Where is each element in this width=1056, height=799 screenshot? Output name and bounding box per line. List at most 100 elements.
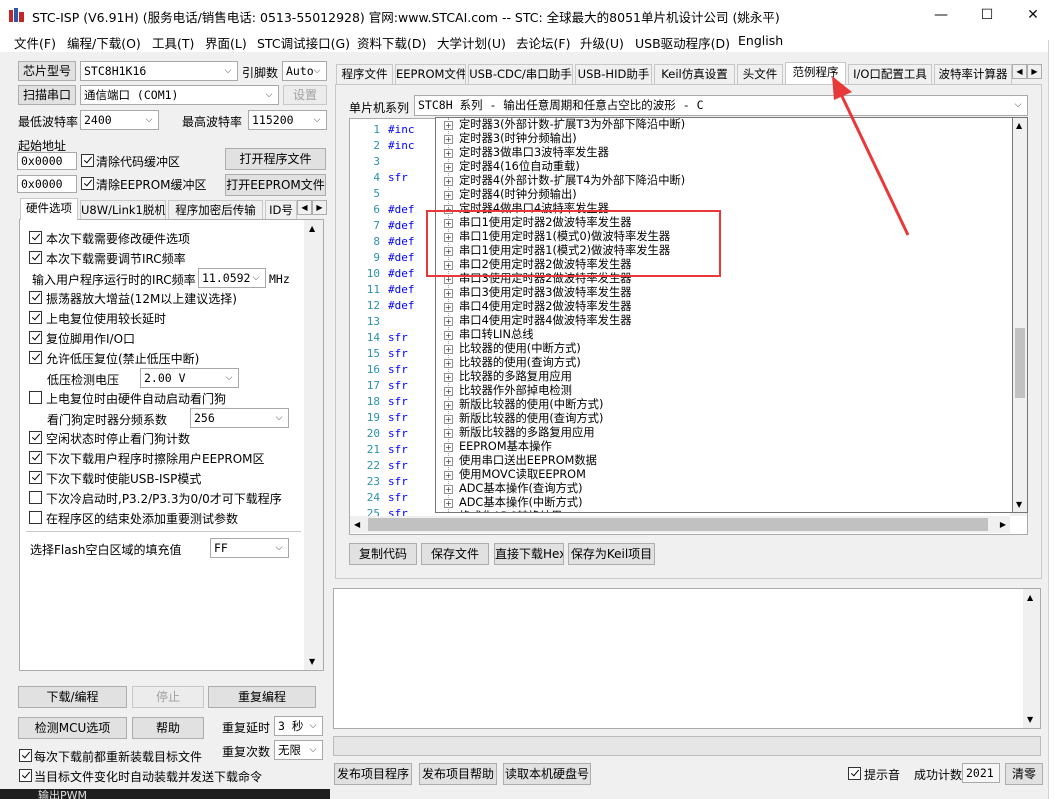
tree-item[interactable]: ADC基本操作(查询方式) — [459, 482, 583, 496]
example-tree-list[interactable]: + 定时器3(外部计数-扩展T3为外部下降沿中断) + 定时器3(时钟分频输出) + 定时… — [435, 117, 1013, 513]
tree-expand-icon[interactable]: + — [444, 317, 453, 326]
menu-program[interactable]: 编程/下载(O) — [67, 33, 141, 52]
menu-tools[interactable]: 工具(T) — [152, 33, 194, 52]
tree-item[interactable]: 串口3使用定时器3做波特率发生器 — [459, 286, 632, 300]
option-modify-hardware-checkbox[interactable] — [29, 231, 42, 244]
stop-button[interactable]: 停止 — [132, 686, 204, 708]
tree-item[interactable]: ADC基本操作(中断方式) — [459, 496, 583, 510]
tree-item[interactable]: 定时器3做串口3波特率发生器 — [459, 146, 609, 160]
chip-type-button[interactable]: 芯片型号 — [18, 61, 76, 81]
option-adjust-irc-checkbox[interactable] — [29, 251, 42, 264]
tree-item[interactable]: 定时器4(时钟分频输出) — [459, 188, 577, 202]
settings-button[interactable]: 设置 — [283, 85, 327, 105]
chip-type-select[interactable]: STC8H1K16 ⌵ — [80, 61, 238, 81]
min-baud-select[interactable]: 2400 ⌵ — [80, 110, 159, 130]
port-select[interactable]: 通信端口 (COM1) ⌵ — [80, 85, 279, 105]
tree-item[interactable]: 定时器3(时钟分频输出) — [459, 132, 577, 146]
option-auto-watchdog-checkbox[interactable] — [29, 391, 42, 404]
repeat-count-select[interactable]: 无限 ⌵ — [274, 740, 323, 760]
read-disk-id-button[interactable]: 读取本机硬盘号 — [503, 763, 591, 785]
tab-u8w-offline[interactable]: U8W/Link1脱机 — [80, 200, 166, 220]
tab-keil-settings[interactable]: Keil仿真设置 — [654, 64, 735, 84]
publish-program-button[interactable]: 发布项目程序 — [334, 763, 412, 785]
tab-scroll-right-icon[interactable]: ▶ — [312, 200, 327, 215]
open-eeprom-file-button[interactable]: 打开EEPROM文件 — [225, 174, 326, 196]
option-erase-eeprom-checkbox[interactable] — [29, 451, 42, 464]
maximize-button[interactable]: ☐ — [964, 0, 1010, 30]
code-address-input[interactable]: 0x0000 — [17, 152, 77, 170]
auto-reload-checkbox[interactable] — [19, 769, 32, 782]
tree-item[interactable]: 新版比较器的多路复用应用 — [459, 426, 595, 440]
clear-code-buffer-checkbox[interactable] — [81, 154, 94, 167]
check-mcu-options-button[interactable]: 检测MCU选项 — [18, 717, 127, 739]
tree-item[interactable]: 定时器4(外部计数-扩展T4为外部下降沿中断) — [459, 174, 685, 188]
tree-expand-icon[interactable]: + — [444, 191, 453, 200]
eeprom-address-input[interactable]: 0x0000 — [17, 175, 77, 193]
output-log[interactable]: ▲ ▼ — [333, 588, 1041, 729]
mcu-series-select[interactable]: STC8H 系列 - 输出任意周期和任意占空比的波形 - C ⌵ — [414, 95, 1028, 116]
tab-eeprom-file[interactable]: EEPROM文件 — [395, 64, 466, 84]
watchdog-divider-select[interactable]: 256 ⌵ — [190, 408, 289, 428]
editor-hscroll[interactable]: ◀ ▶ — [350, 516, 1010, 533]
tab-header-file[interactable]: 头文件 — [737, 64, 783, 84]
tree-scroll-thumb[interactable] — [1015, 328, 1025, 398]
download-hex-button[interactable]: 直接下载Hex — [494, 543, 564, 565]
tab-scroll-left-icon[interactable]: ◀ — [297, 200, 312, 215]
tree-expand-icon[interactable]: + — [444, 303, 453, 312]
minimize-button[interactable]: — — [918, 0, 964, 30]
tree-expand-icon[interactable]: + — [444, 121, 453, 130]
menu-university[interactable]: 大学计划(U) — [437, 33, 506, 52]
scroll-down-icon[interactable]: ▼ — [1016, 500, 1022, 509]
tab-program-file[interactable]: 程序文件 — [336, 64, 393, 84]
repeat-delay-select[interactable]: 3 秒 ⌵ — [274, 716, 323, 736]
tab-hardware-options[interactable]: 硬件选项 — [20, 198, 78, 220]
tree-expand-icon[interactable]: + — [444, 415, 453, 424]
menu-debug[interactable]: STC调试接口(G) — [257, 33, 350, 52]
tab-scroll-left-icon[interactable]: ◀ — [1012, 64, 1027, 79]
output-scrollbar[interactable]: ▲ ▼ — [1023, 589, 1040, 728]
tree-expand-icon[interactable]: + — [444, 135, 453, 144]
tree-expand-icon[interactable]: + — [444, 387, 453, 396]
tree-expand-icon[interactable]: + — [444, 485, 453, 494]
pin-count-select[interactable]: Auto ⌵ — [282, 61, 327, 81]
open-program-file-button[interactable]: 打开程序文件 — [225, 148, 326, 170]
menu-usb-driver[interactable]: USB驱动程序(D) — [635, 33, 730, 52]
save-file-button[interactable]: 保存文件 — [421, 543, 489, 565]
max-baud-select[interactable]: 115200 ⌵ — [248, 110, 327, 130]
sound-checkbox[interactable] — [848, 767, 861, 780]
irc-frequency-select[interactable]: 11.0592 ⌵ — [198, 268, 266, 288]
clear-count-button[interactable]: 清零 — [1005, 763, 1043, 785]
tree-item[interactable]: 新版比较器的使用(查询方式) — [459, 412, 603, 426]
low-voltage-select[interactable]: 2.00 V ⌵ — [140, 368, 239, 388]
tree-expand-icon[interactable]: + — [444, 177, 453, 186]
tab-baud-calculator[interactable]: 波特率计算器 — [934, 64, 1012, 84]
tree-expand-icon[interactable]: + — [444, 457, 453, 466]
publish-help-button[interactable]: 发布项目帮助 — [419, 763, 497, 785]
scroll-up-icon[interactable]: ▲ — [309, 224, 315, 233]
tree-item[interactable]: 串口4使用定时器2做波特率发生器 — [459, 300, 632, 314]
tree-expand-icon[interactable]: + — [444, 499, 453, 508]
scroll-up-icon[interactable]: ▲ — [1016, 121, 1022, 130]
menu-forum[interactable]: 去论坛(F) — [516, 33, 570, 52]
close-button[interactable]: ✕ — [1010, 0, 1056, 30]
tree-expand-icon[interactable]: + — [444, 331, 453, 340]
help-button[interactable]: 帮助 — [132, 717, 204, 739]
scan-port-button[interactable]: 扫描串口 — [18, 85, 76, 105]
tab-encrypted-transfer[interactable]: 程序加密后传输 — [168, 200, 263, 220]
flash-fill-select[interactable]: FF ⌵ — [210, 538, 289, 558]
tree-item[interactable]: 定时器4(16位自动重载) — [459, 160, 580, 174]
tree-item[interactable]: 比较器的使用(查询方式) — [459, 356, 581, 370]
tree-item[interactable]: 定时器3(外部计数-扩展T3为外部下降沿中断) — [459, 118, 685, 132]
tree-item[interactable]: 使用串口送出EEPROM数据 — [459, 454, 597, 468]
tree-expand-icon[interactable]: + — [444, 345, 453, 354]
tree-expand-icon[interactable]: + — [444, 163, 453, 172]
reload-before-download-checkbox[interactable] — [19, 749, 32, 762]
option-usb-isp-checkbox[interactable] — [29, 471, 42, 484]
tree-expand-icon[interactable]: + — [444, 429, 453, 438]
editor-hscroll-thumb[interactable] — [368, 518, 988, 531]
copy-code-button[interactable]: 复制代码 — [349, 543, 417, 565]
scroll-right-icon[interactable]: ▶ — [1000, 520, 1006, 529]
reprogram-button[interactable]: 重复编程 — [208, 686, 316, 708]
clear-eeprom-buffer-checkbox[interactable] — [81, 177, 94, 190]
tree-expand-icon[interactable]: + — [444, 401, 453, 410]
